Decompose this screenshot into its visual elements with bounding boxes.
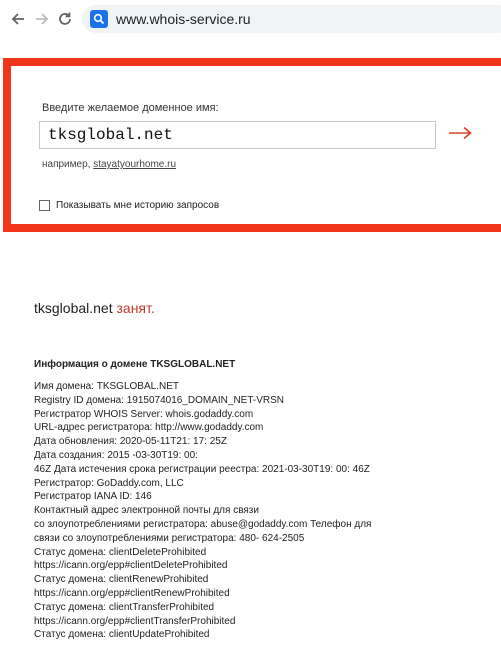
whois-info-line: со злоупотреблениями регистратора: abuse… (34, 518, 372, 530)
whois-info-line: https://icann.org/epp#clientRenewProhibi… (34, 587, 230, 599)
example-prefix: например, (42, 159, 91, 170)
whois-info-line: Статус домена: clientRenewProhibited (34, 574, 209, 586)
example-text: например, stayatyourhome.ru (42, 159, 176, 170)
whois-info-line: https://icann.org/epp#clientTransferProh… (34, 615, 236, 627)
domain-input[interactable] (39, 121, 436, 149)
whois-info-line: Статус домена: clientDeleteProhibited (34, 546, 207, 558)
history-option[interactable]: Показывать мне историю запросов (39, 200, 219, 211)
history-checkbox[interactable] (39, 200, 50, 211)
whois-info-line: Имя домена: TKSGLOBAL.NET (34, 381, 179, 392)
address-bar[interactable]: www.whois-service.ru (82, 5, 501, 33)
result-domain: tksglobal.net (34, 300, 113, 316)
browser-toolbar: www.whois-service.ru (0, 0, 501, 38)
result-line: tksglobal.net занят. (34, 300, 155, 316)
reload-button[interactable] (55, 9, 75, 29)
whois-info-line: Статус домена: clientUpdateProhibited (34, 629, 210, 641)
site-search-icon (90, 10, 108, 28)
whois-info-line: Registry ID домена: 1915074016_DOMAIN_NE… (34, 394, 285, 406)
search-prompt: Введите желаемое доменное имя: (42, 102, 219, 114)
whois-info-line: Контактный адрес электронной почты для с… (34, 505, 259, 517)
whois-info-line: Дата создания: 2015 -03-30T19: 00: (34, 449, 198, 461)
url-text: www.whois-service.ru (116, 11, 251, 27)
whois-info-line: Регистратор IANA ID: 146 (34, 491, 152, 503)
history-label: Показывать мне историю запросов (56, 200, 220, 211)
info-heading: Информация о домене TKSGLOBAL.NET (34, 359, 236, 370)
back-arrow-icon (11, 13, 24, 25)
forward-arrow-icon (36, 13, 49, 25)
whois-info-line: Регистратор WHOIS Server: whois.godaddy.… (34, 408, 254, 420)
whois-info-list: Имя домена: TKSGLOBAL.NET Registry ID дом… (34, 380, 454, 642)
whois-info-line: связи со злоупотреблениями регистратора:… (34, 532, 305, 544)
forward-button[interactable] (32, 9, 52, 29)
whois-info-line: Регистратор: GoDaddy.com, LLC (34, 477, 184, 489)
whois-info-line: Статус домена: clientTransferProhibited (34, 601, 215, 613)
example-link[interactable]: stayatyourhome.ru (93, 159, 176, 170)
whois-info-line: URL-адрес регистратора: http://www.godad… (34, 422, 264, 434)
search-panel: Введите желаемое доменное имя: например,… (3, 58, 501, 232)
reload-icon (59, 12, 71, 25)
whois-info-line: https://icann.org/epp#clientDeleteProhib… (34, 560, 228, 572)
back-button[interactable] (8, 9, 28, 29)
submit-arrow-icon[interactable] (446, 118, 476, 148)
result-status: занят. (116, 300, 155, 316)
whois-info-line: Дата обновления: 2020-05-11T21: 17: 25Z (34, 436, 227, 448)
whois-info-line: 46Z Дата истечения срока регистрации рее… (34, 463, 370, 475)
